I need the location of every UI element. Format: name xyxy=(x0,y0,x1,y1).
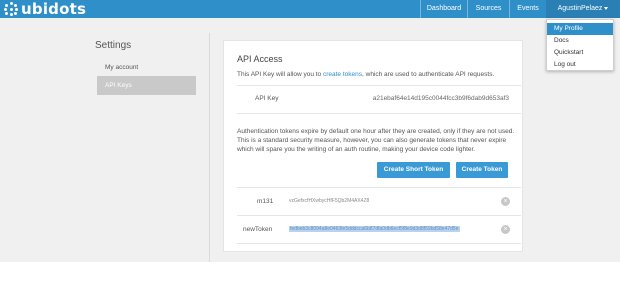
delete-token-icon[interactable]: × xyxy=(501,225,510,234)
token-name: newToken xyxy=(243,226,273,233)
menu-item-my-profile[interactable]: My Profile xyxy=(547,23,613,35)
sidebar-item-api-keys[interactable]: API Keys xyxy=(97,76,196,95)
menu-item-docs[interactable]: Docs xyxy=(547,35,613,47)
token-name: m131 xyxy=(257,198,274,205)
card-title: API Access xyxy=(237,54,283,64)
ubidots-logo[interactable]: ubidots xyxy=(4,1,86,17)
nav-sources[interactable]: Sources xyxy=(468,0,510,18)
divider xyxy=(237,113,521,114)
sidebar-item-my-account[interactable]: My account xyxy=(97,58,196,77)
create-tokens-link[interactable]: create tokens xyxy=(323,71,362,78)
logo-text: ubidots xyxy=(21,0,87,18)
divider xyxy=(237,243,521,244)
api-key-label: API Key xyxy=(255,95,279,102)
desc-text-after: , which are used to authenticate API req… xyxy=(362,71,495,78)
user-dropdown-menu: My Profile Docs Quickstart Log out xyxy=(546,19,614,71)
user-menu-toggle[interactable]: AgustinPelaez xyxy=(546,0,620,18)
token-value-selected[interactable]: fedbeb3c8094a8e0463fe5dddcca6b87dfa0db6e… xyxy=(289,226,460,232)
delete-token-icon[interactable]: × xyxy=(501,197,510,206)
token-value[interactable]: vzGefxcfHXwbycHfF5Qb2M4AX4Z8 xyxy=(289,198,369,204)
create-short-token-button[interactable]: Create Short Token xyxy=(377,162,450,178)
nav-dashboard[interactable]: Dashboard xyxy=(420,0,468,18)
caret-down-icon xyxy=(604,6,609,10)
divider xyxy=(237,215,521,216)
create-token-button[interactable]: Create Token xyxy=(456,162,508,178)
logo-dots-icon xyxy=(4,2,18,16)
sidebar-divider xyxy=(209,33,210,262)
settings-title: Settings xyxy=(95,40,132,51)
token-row: m131 vzGefxcfHXwbycHfF5Qb2M4AX4Z8 × xyxy=(237,189,522,215)
token-row: newToken fedbeb3c8094a8e0463fe5dddcca6b8… xyxy=(237,217,522,243)
desc-text-before: This API Key will allow you to xyxy=(237,71,323,78)
card-description: This API Key will allow you to create to… xyxy=(237,71,494,78)
auth-token-note: Authentication tokens expire by default … xyxy=(237,128,515,153)
divider xyxy=(237,187,521,188)
username: AgustinPelaez xyxy=(557,5,603,12)
api-key-value[interactable]: a21ebaf64e14d195c0044fcc3b9f6dab9d653af3 xyxy=(373,95,509,102)
top-nav-bar: ubidots Dashboard Sources Events Agustin… xyxy=(0,0,620,18)
menu-item-log-out[interactable]: Log out xyxy=(547,59,613,71)
nav-events[interactable]: Events xyxy=(510,0,546,18)
divider xyxy=(237,85,521,86)
api-access-card: API Access This API Key will allow you t… xyxy=(223,40,523,252)
menu-item-quickstart[interactable]: Quickstart xyxy=(547,47,613,59)
